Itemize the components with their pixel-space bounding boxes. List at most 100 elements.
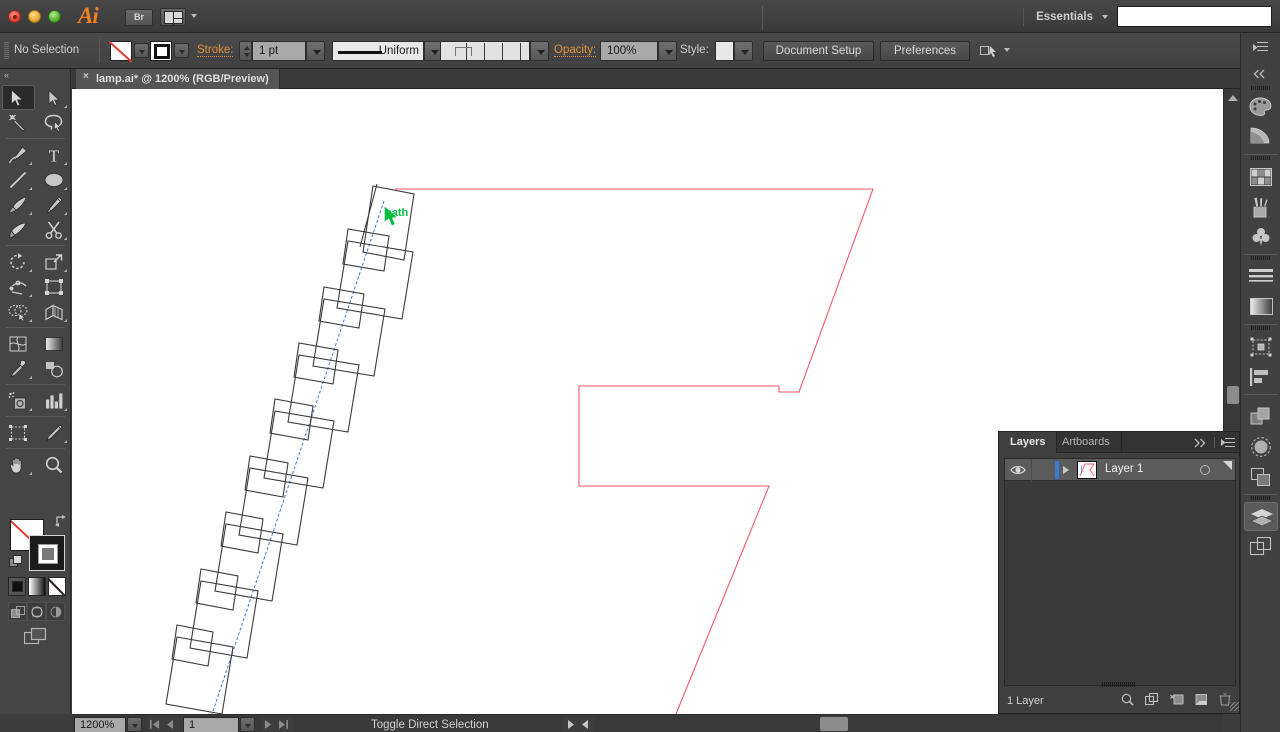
close-tab-icon[interactable]: × xyxy=(83,72,91,82)
fill-swatch-dropdown[interactable] xyxy=(134,43,149,58)
arrange-documents-button[interactable] xyxy=(160,8,186,26)
preferences-button[interactable]: Preferences xyxy=(880,41,970,61)
swap-fill-stroke-icon[interactable] xyxy=(54,515,67,527)
color-mode-button[interactable] xyxy=(8,577,26,596)
layer-name[interactable]: Layer 1 xyxy=(1105,463,1143,475)
graphic-style-dropdown[interactable] xyxy=(734,41,753,61)
gradient-mode-button[interactable] xyxy=(28,577,46,596)
dock-group-grip[interactable] xyxy=(1251,326,1271,330)
opacity-dropdown[interactable] xyxy=(658,41,677,61)
tool-zoom[interactable] xyxy=(38,452,71,477)
stroke-swatch-black[interactable] xyxy=(29,535,65,571)
color-panel-icon[interactable] xyxy=(1244,92,1278,121)
collapse-tools-icon[interactable]: « xyxy=(4,70,16,80)
vertical-scroll-thumb[interactable] xyxy=(1227,386,1239,404)
none-mode-button[interactable] xyxy=(48,577,66,596)
tool-direct-selection[interactable] xyxy=(38,85,70,110)
change-screen-mode-button[interactable] xyxy=(23,627,48,647)
locate-object-icon[interactable] xyxy=(1121,693,1134,706)
tool-blob-brush[interactable] xyxy=(2,217,35,242)
snap-to-grid-icon[interactable] xyxy=(980,44,999,58)
page-number-input[interactable]: 1 xyxy=(183,716,239,732)
tool-pen[interactable] xyxy=(2,142,35,167)
color-guide-panel-icon[interactable] xyxy=(1244,122,1278,151)
status-menu-button[interactable] xyxy=(562,716,579,732)
horizontal-scroll-thumb[interactable] xyxy=(820,717,848,731)
tool-perspective-grid[interactable] xyxy=(38,299,71,324)
align-panel-icon[interactable] xyxy=(1244,362,1278,391)
tool-paintbrush[interactable] xyxy=(2,192,35,217)
dock-group-grip[interactable] xyxy=(1251,156,1271,160)
layers-list[interactable]: Layer 1 xyxy=(1004,458,1236,686)
first-page-button[interactable] xyxy=(148,716,164,732)
dock-group-grip[interactable] xyxy=(1251,86,1271,90)
zoom-level-dropdown[interactable] xyxy=(127,717,142,732)
tool-lasso[interactable] xyxy=(38,110,71,135)
create-new-sublayer-icon[interactable] xyxy=(1170,693,1184,706)
tool-ellipse[interactable] xyxy=(38,167,71,192)
tool-blend[interactable] xyxy=(38,356,71,381)
panel-resize-grip[interactable] xyxy=(1102,682,1136,687)
make-clipping-mask-icon[interactable] xyxy=(1145,693,1159,706)
stroke-color-swatch[interactable] xyxy=(150,41,172,61)
opacity-label[interactable]: Opacity: xyxy=(554,44,597,57)
variable-width-dropdown[interactable] xyxy=(530,41,549,61)
fill-color-swatch[interactable] xyxy=(110,41,132,61)
dock-group-grip[interactable] xyxy=(1251,256,1271,260)
previous-page-button[interactable] xyxy=(164,716,180,732)
stroke-swatch-dropdown[interactable] xyxy=(174,43,189,58)
launch-bridge-button[interactable]: Br xyxy=(125,9,153,26)
zoom-window-button[interactable] xyxy=(48,10,61,23)
tool-width[interactable] xyxy=(2,274,35,299)
tool-scale[interactable] xyxy=(38,249,71,274)
variable-width-profile-display[interactable] xyxy=(440,41,530,61)
create-new-layer-icon[interactable] xyxy=(1195,693,1208,706)
default-fill-stroke-icon[interactable] xyxy=(9,555,24,569)
tool-column-graph[interactable] xyxy=(38,388,71,413)
tool-eyedropper[interactable] xyxy=(2,356,35,381)
layer-target-indicator[interactable] xyxy=(1200,465,1210,475)
stroke-weight-stepper[interactable] xyxy=(239,41,252,61)
layers-panel-icon[interactable] xyxy=(1244,502,1278,531)
layer-lock-toggle[interactable] xyxy=(1031,459,1051,481)
dock-group-grip[interactable] xyxy=(1251,496,1271,500)
stroke-weight-label[interactable]: Stroke: xyxy=(197,44,234,57)
tool-selection[interactable] xyxy=(2,85,35,110)
artboards-panel-icon[interactable] xyxy=(1244,532,1278,561)
tool-hand[interactable] xyxy=(2,452,35,477)
last-page-button[interactable] xyxy=(277,716,293,732)
search-input[interactable] xyxy=(1117,6,1272,27)
chevron-down-icon[interactable] xyxy=(1004,48,1010,52)
layer-disclosure-triangle[interactable] xyxy=(1063,466,1069,474)
close-window-button[interactable] xyxy=(8,10,21,23)
dock-menu-icon[interactable] xyxy=(1253,42,1268,53)
tool-symbol-sprayer[interactable] xyxy=(2,388,35,413)
tab-layers[interactable]: Layers xyxy=(999,432,1058,453)
expand-panels-icon[interactable] xyxy=(1251,69,1269,79)
gradient-panel-icon[interactable] xyxy=(1244,292,1278,321)
appearance-panel-icon[interactable] xyxy=(1244,462,1278,491)
scroll-left-button[interactable] xyxy=(578,716,595,732)
stroke-weight-input[interactable]: 1 pt xyxy=(252,41,306,61)
transparency-panel-icon[interactable] xyxy=(1244,432,1278,461)
brushes-panel-icon[interactable] xyxy=(1244,192,1278,221)
workspace-switcher[interactable]: Essentials xyxy=(1023,8,1108,26)
stroke-weight-dropdown[interactable] xyxy=(306,41,325,61)
draw-behind-button[interactable] xyxy=(27,602,46,621)
pathfinder-panel-icon[interactable] xyxy=(1244,402,1278,431)
stroke-panel-icon[interactable] xyxy=(1244,262,1278,291)
zoom-level-input[interactable]: 1200% xyxy=(74,716,126,732)
document-setup-button[interactable]: Document Setup xyxy=(763,41,874,61)
chevron-down-icon[interactable] xyxy=(191,14,197,18)
tool-artboard[interactable] xyxy=(2,420,35,445)
opacity-input[interactable]: 100% xyxy=(600,41,658,61)
tool-scissors[interactable] xyxy=(38,217,71,242)
table-row[interactable]: Layer 1 xyxy=(1005,459,1235,481)
tool-gradient[interactable] xyxy=(38,331,71,356)
control-bar-grip[interactable] xyxy=(4,42,9,60)
collapse-to-icons-icon[interactable] xyxy=(1194,438,1208,448)
tool-rotate[interactable] xyxy=(2,249,35,274)
scroll-up-arrow-icon[interactable] xyxy=(1228,95,1238,101)
draw-inside-button[interactable] xyxy=(46,602,65,621)
page-number-dropdown[interactable] xyxy=(240,717,255,732)
